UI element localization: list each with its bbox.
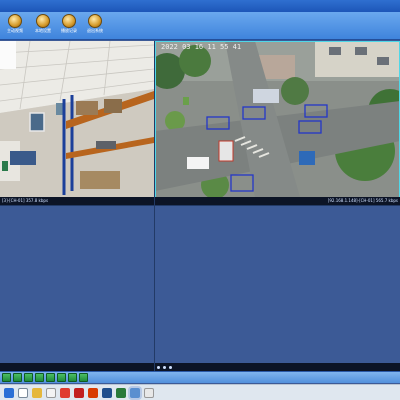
video-pane-4[interactable] — [155, 206, 400, 371]
title-bar — [0, 0, 400, 12]
video-grid: [3]-[CH-01] 357.8 kbps 2022 03 16 11 55 … — [0, 40, 400, 371]
street-camera-feed: 2022 03 16 11 55 41 — [149, 41, 400, 199]
audio-icon[interactable] — [169, 366, 172, 369]
camera-icon — [8, 14, 22, 28]
play-button[interactable] — [2, 373, 11, 382]
playback-label: 播放记录 — [61, 28, 77, 33]
pdf-icon[interactable] — [74, 388, 84, 398]
playback-button[interactable]: 播放记录 — [56, 14, 82, 39]
pane-2-stream-info: [92.168.1.148]-[CH-01] 565.7 kbps — [327, 198, 398, 203]
pane-3-status-bar — [0, 363, 154, 371]
capture-button[interactable] — [79, 373, 88, 382]
local-settings-button[interactable]: 本地设置 — [30, 14, 56, 39]
search-icon[interactable] — [18, 388, 28, 398]
layout-16-button[interactable] — [57, 373, 66, 382]
fullscreen-button[interactable] — [68, 373, 77, 382]
record-icon[interactable] — [163, 366, 166, 369]
stop-button[interactable] — [13, 373, 22, 382]
office-icon[interactable] — [88, 388, 98, 398]
main-toolbar: 主动视频 本地设置 播放记录 退出系统 — [0, 12, 400, 40]
window-icon[interactable] — [144, 388, 154, 398]
surveillance-app-icon[interactable] — [130, 388, 140, 398]
start-icon[interactable] — [4, 388, 14, 398]
video-pane-1[interactable]: [3]-[CH-01] 357.8 kbps — [0, 40, 155, 205]
playback-icon — [62, 14, 76, 28]
pane-2-status-bar: [92.168.1.148]-[CH-01] 565.7 kbps — [155, 197, 400, 205]
camera-timestamp: 2022 03 16 11 55 41 — [161, 43, 241, 51]
indoor-camera-feed — [0, 40, 155, 197]
pane-1-stream-info: [3]-[CH-01] 357.8 kbps — [2, 198, 49, 203]
video-pane-2[interactable]: 2022 03 16 11 55 41 [92.168.1.148]-[CH-0… — [149, 41, 400, 205]
notepad-icon[interactable] — [46, 388, 56, 398]
live-video-label: 主动视频 — [7, 28, 23, 33]
pane-4-controls — [157, 364, 172, 371]
pane-4-status-bar — [155, 363, 400, 371]
video-pane-3[interactable] — [0, 206, 154, 371]
live-video-button[interactable]: 主动视频 — [2, 14, 28, 39]
gear-icon — [36, 14, 50, 28]
exit-label: 退出系统 — [87, 28, 103, 33]
exit-button[interactable]: 退出系统 — [82, 14, 108, 39]
pane-1-status-bar: [3]-[CH-01] 357.8 kbps — [0, 197, 154, 205]
layout-1-button[interactable] — [24, 373, 33, 382]
layout-control-bar — [0, 371, 400, 383]
browser-icon[interactable] — [60, 388, 70, 398]
os-taskbar — [0, 384, 400, 400]
app-icon[interactable] — [116, 388, 126, 398]
word-icon[interactable] — [102, 388, 112, 398]
layout-9-button[interactable] — [46, 373, 55, 382]
snapshot-icon[interactable] — [157, 366, 160, 369]
layout-4-button[interactable] — [35, 373, 44, 382]
file-explorer-icon[interactable] — [32, 388, 42, 398]
power-icon — [88, 14, 102, 28]
local-settings-label: 本地设置 — [35, 28, 51, 33]
